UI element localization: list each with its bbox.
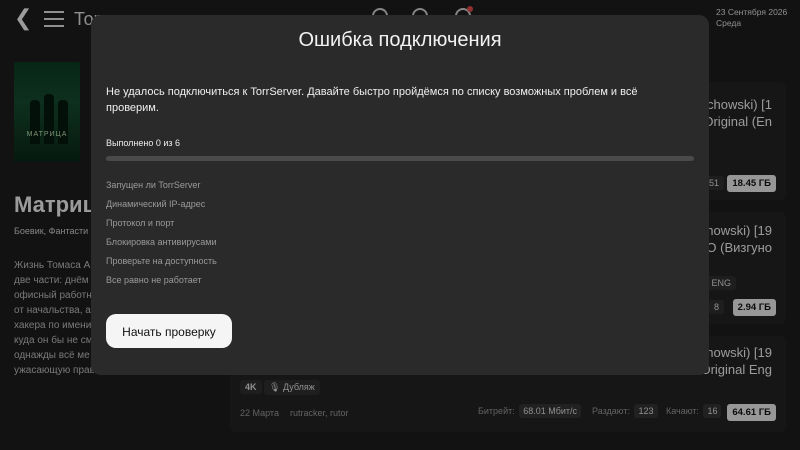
dialog-message: Не удалось подключиться к TorrServer. Да… xyxy=(106,86,638,114)
dialog-title: Ошибка подключения xyxy=(298,29,502,51)
checklist-step: Проверьте на доступность xyxy=(106,256,217,266)
checklist-step: Запущен ли TorrServer xyxy=(106,180,201,190)
start-check-button[interactable]: Начать проверку xyxy=(106,314,232,348)
progress-label: Выполнено 0 из 6 xyxy=(106,138,181,148)
checklist-step: Все равно не работает xyxy=(106,275,202,285)
connection-error-dialog: Ошибка подключения Не удалось подключить… xyxy=(91,15,709,375)
checklist-step: Динамический IP-адрес xyxy=(106,199,206,209)
checklist-step: Блокировка антивирусами xyxy=(106,237,217,247)
checklist-step: Протокол и порт xyxy=(106,218,175,228)
progress-bar xyxy=(106,156,694,161)
